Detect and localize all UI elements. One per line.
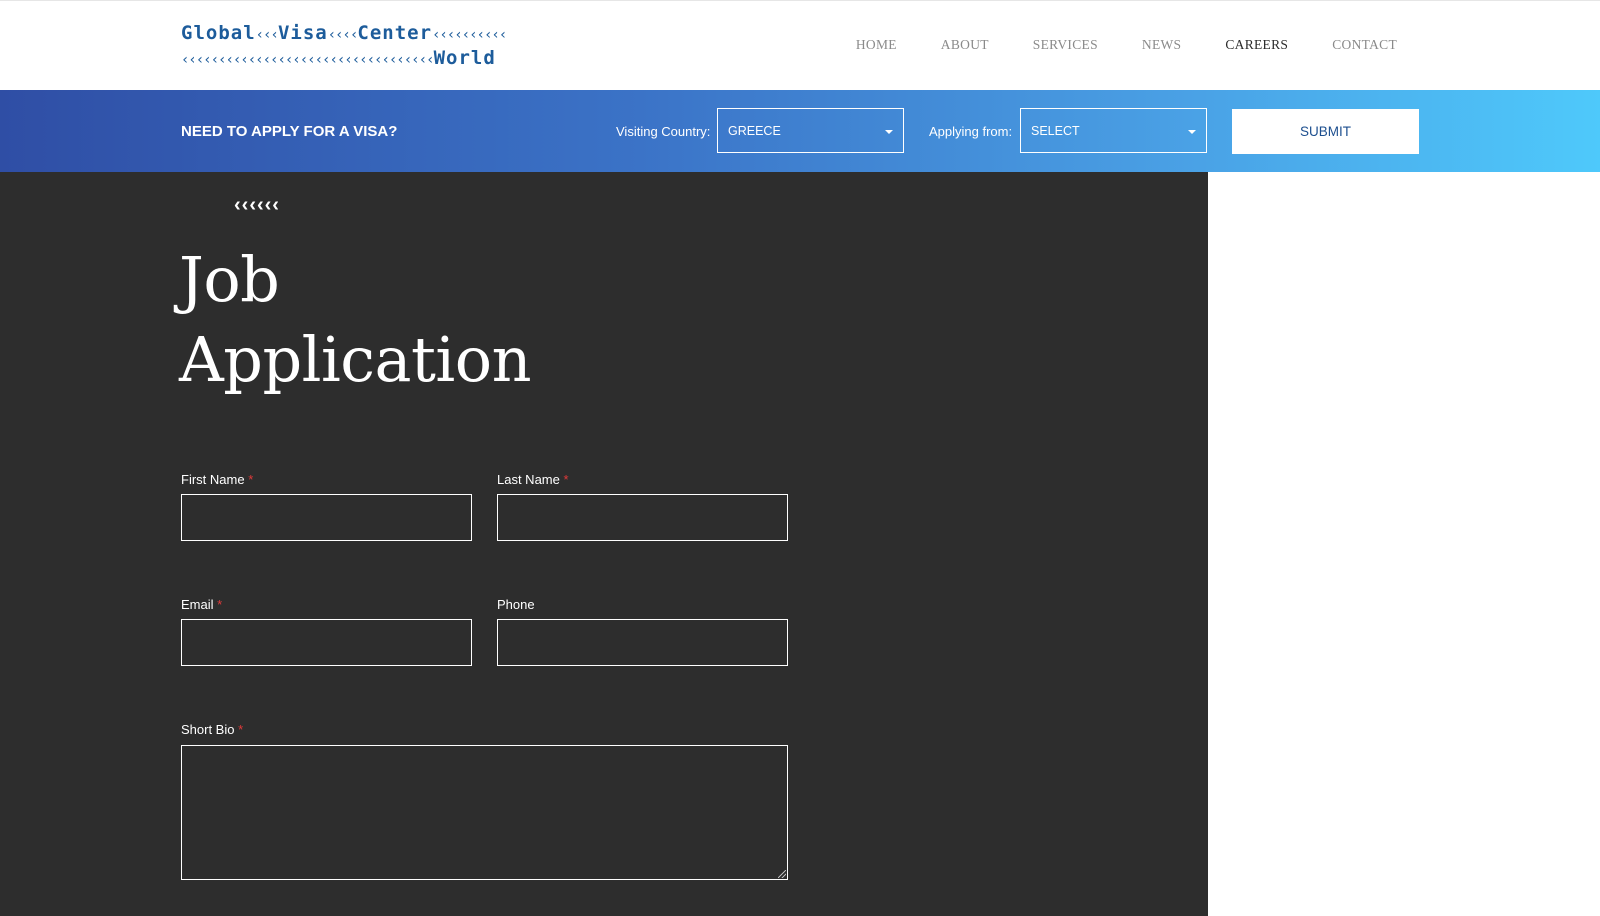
- applying-from-label: Applying from:: [929, 124, 1013, 139]
- email-label-text: Email: [181, 597, 214, 612]
- page-title-line-2: Application: [179, 323, 532, 396]
- applying-from-value: SELECT: [1031, 124, 1080, 138]
- phone-label: Phone: [497, 597, 535, 612]
- short-bio-textarea[interactable]: [181, 745, 788, 880]
- job-application-section: ‹‹‹‹‹‹ Job Application First Name * Last…: [0, 172, 1208, 916]
- logo-chevrons: ‹‹‹‹‹‹‹‹‹‹‹‹‹‹‹‹‹‹‹‹‹‹‹‹‹‹‹‹‹‹‹‹‹‹: [181, 52, 435, 68]
- nav-home[interactable]: HOME: [856, 37, 897, 53]
- visiting-country-label: Visiting Country:: [616, 124, 711, 139]
- short-bio-label-text: Short Bio: [181, 722, 235, 737]
- last-name-label: Last Name *: [497, 472, 569, 487]
- visa-application-bar: NEED TO APPLY FOR A VISA? Visiting Count…: [0, 90, 1600, 172]
- resize-grip-icon[interactable]: [778, 870, 786, 878]
- logo-word-world: World: [433, 47, 496, 69]
- last-name-input[interactable]: [497, 494, 788, 541]
- main-nav: HOME ABOUT SERVICES NEWS CAREERS CONTACT: [856, 37, 1397, 53]
- nav-about[interactable]: ABOUT: [941, 37, 989, 53]
- chevron-down-icon: [885, 130, 893, 134]
- logo-chevrons: ‹‹‹‹: [327, 27, 359, 43]
- email-input[interactable]: [181, 619, 472, 666]
- email-label: Email *: [181, 597, 222, 612]
- last-name-label-text: Last Name: [497, 472, 560, 487]
- first-name-label-text: First Name: [181, 472, 245, 487]
- page-title-line-1: Job: [179, 243, 280, 316]
- short-bio-label: Short Bio *: [181, 722, 243, 737]
- right-panel: [1208, 172, 1600, 916]
- required-marker: *: [238, 722, 244, 737]
- logo-word-visa: Visa: [277, 22, 328, 44]
- first-name-input[interactable]: [181, 494, 472, 541]
- required-marker: *: [563, 472, 569, 487]
- nav-careers[interactable]: CAREERS: [1225, 37, 1288, 53]
- site-header: Global‹‹‹Visa‹‹‹‹Center‹‹‹‹‹‹‹‹‹‹ ‹‹‹‹‹‹…: [0, 0, 1600, 90]
- chevron-down-icon: [1188, 130, 1196, 134]
- phone-input[interactable]: [497, 619, 788, 666]
- nav-news[interactable]: NEWS: [1142, 37, 1181, 53]
- logo[interactable]: Global‹‹‹Visa‹‹‹‹Center‹‹‹‹‹‹‹‹‹‹ ‹‹‹‹‹‹…: [181, 21, 521, 72]
- required-marker: *: [217, 597, 223, 612]
- phone-label-text: Phone: [497, 597, 535, 612]
- logo-chevrons: ‹‹‹‹‹‹‹‹‹‹: [432, 27, 507, 43]
- decorative-chevrons: ‹‹‹‹‹‹: [234, 194, 280, 216]
- logo-chevrons: ‹‹‹: [255, 27, 279, 43]
- logo-word-global: Global: [181, 22, 256, 44]
- visa-bar-title: NEED TO APPLY FOR A VISA?: [181, 123, 398, 140]
- required-marker: *: [248, 472, 254, 487]
- visa-submit-button[interactable]: SUBMIT: [1232, 109, 1419, 154]
- logo-word-center: Center: [357, 22, 433, 44]
- nav-services[interactable]: SERVICES: [1033, 37, 1098, 53]
- first-name-label: First Name *: [181, 472, 253, 487]
- page-title: Job Application: [179, 240, 532, 400]
- visiting-country-value: GREECE: [728, 124, 781, 138]
- logo-line-2: ‹‹‹‹‹‹‹‹‹‹‹‹‹‹‹‹‹‹‹‹‹‹‹‹‹‹‹‹‹‹‹‹‹‹World: [181, 46, 521, 72]
- visiting-country-select[interactable]: GREECE: [717, 108, 904, 153]
- applying-from-select[interactable]: SELECT: [1020, 108, 1207, 153]
- nav-contact[interactable]: CONTACT: [1332, 37, 1397, 53]
- logo-line-1: Global‹‹‹Visa‹‹‹‹Center‹‹‹‹‹‹‹‹‹‹: [181, 21, 521, 47]
